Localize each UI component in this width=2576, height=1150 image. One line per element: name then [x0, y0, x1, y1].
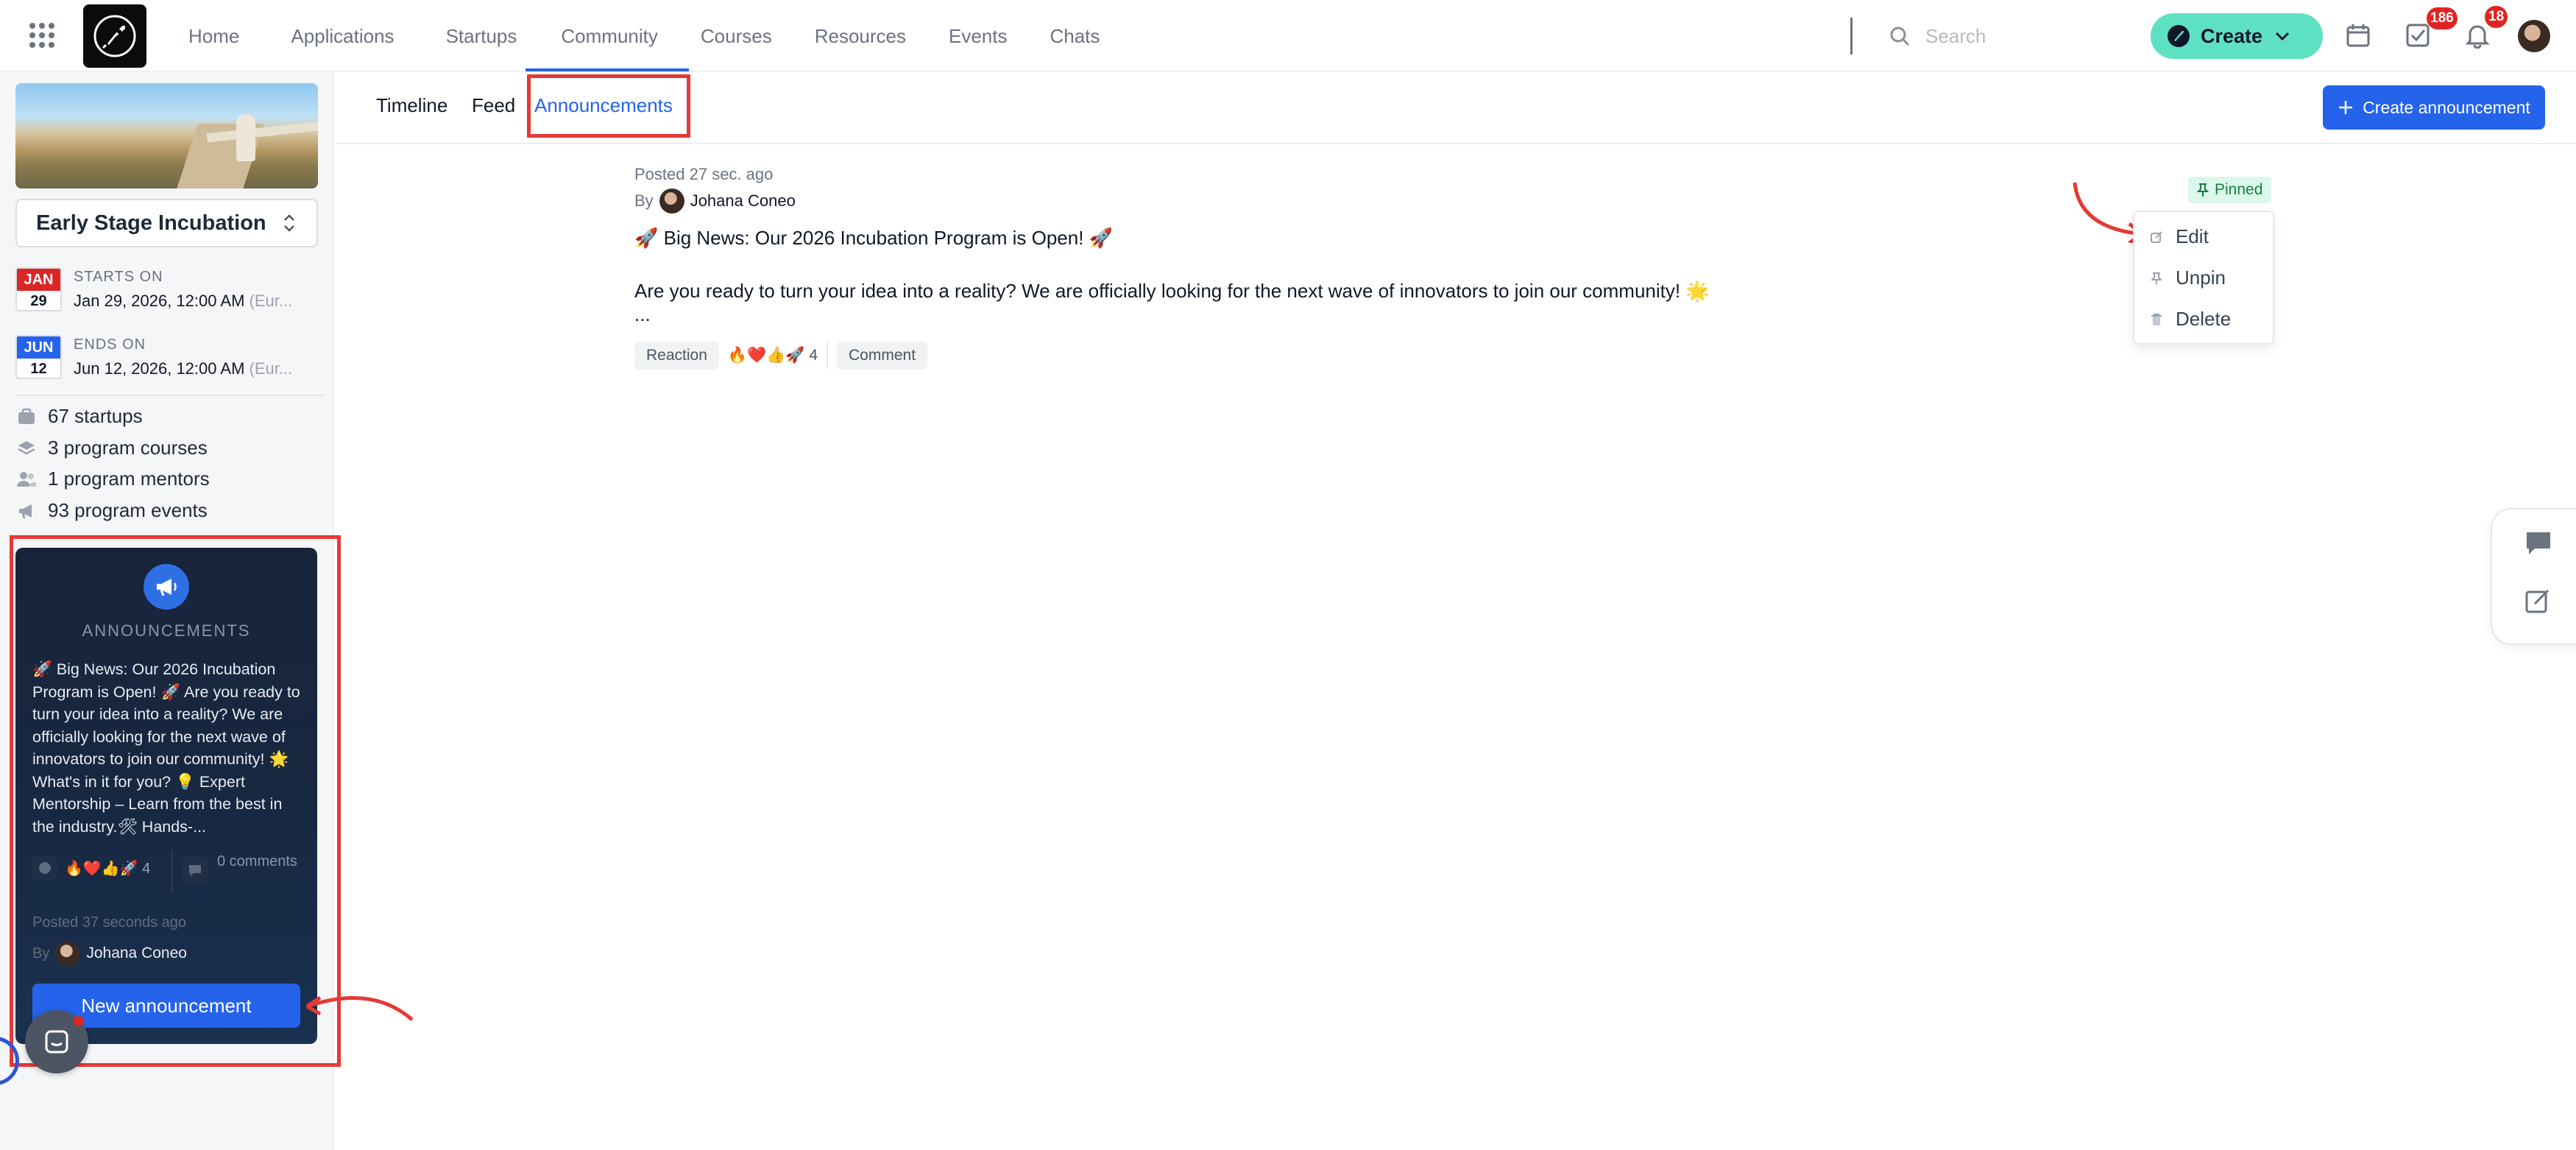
- rocket-logo-icon[interactable]: [83, 4, 146, 68]
- pinned-badge[interactable]: Pinned: [2188, 177, 2272, 203]
- post-options-menu: Edit Unpin Delete: [2133, 211, 2274, 345]
- tab-feed[interactable]: Feed: [472, 94, 515, 117]
- edit-icon: [2149, 230, 2164, 244]
- unread-dot: [74, 1016, 84, 1026]
- menu-delete-label: Delete: [2176, 308, 2232, 330]
- menu-delete[interactable]: Delete: [2149, 308, 2231, 331]
- topbar-divider: [1850, 18, 1853, 54]
- start-month: JAN: [17, 269, 60, 291]
- floating-action-panel: [2491, 508, 2576, 645]
- app-root: Home Applications Startups Community Cou…: [0, 0, 2576, 1150]
- nav-events[interactable]: Events: [949, 25, 1008, 48]
- stat-events[interactable]: 93 program events: [15, 499, 208, 522]
- plus-icon: [2339, 101, 2353, 114]
- rocket-icon: [2168, 25, 2190, 47]
- end-label: ENDS ON: [74, 336, 146, 353]
- start-label: STARTS ON: [74, 269, 163, 285]
- program-selector[interactable]: Early Stage Incubation: [15, 199, 318, 247]
- apps-grid-icon[interactable]: [29, 23, 54, 48]
- end-value: Jun 12, 2026, 12:00 AM (Eur...: [74, 359, 293, 378]
- menu-edit[interactable]: Edit: [2149, 225, 2209, 248]
- active-tab-underline: [526, 68, 689, 71]
- users-icon: [15, 468, 38, 490]
- nav-chats[interactable]: Chats: [1050, 25, 1100, 48]
- start-day: 29: [30, 292, 47, 309]
- edit-note-icon[interactable]: [2524, 588, 2551, 614]
- search-placeholder: Search: [1925, 24, 1986, 47]
- menu-unpin-label: Unpin: [2176, 267, 2226, 289]
- create-announcement-button[interactable]: Create announcement: [2323, 85, 2545, 130]
- stat-mentors[interactable]: 1 program mentors: [15, 468, 210, 490]
- stat-courses-label: 3 program courses: [48, 437, 208, 459]
- reaction-button[interactable]: Reaction: [634, 342, 719, 370]
- stat-mentors-label: 1 program mentors: [48, 468, 210, 490]
- highlight-box-tab: [527, 74, 690, 138]
- create-announcement-label: Create announcement: [2363, 97, 2530, 117]
- stat-startups[interactable]: 67 startups: [15, 405, 143, 428]
- search-input[interactable]: Search: [1889, 19, 1986, 53]
- nav-home[interactable]: Home: [188, 25, 239, 48]
- chevron-updown-icon: [284, 214, 294, 232]
- create-button-label: Create: [2201, 24, 2263, 47]
- stat-startups-label: 67 startups: [48, 405, 143, 427]
- create-button[interactable]: Create: [2151, 13, 2323, 59]
- chevron-down-icon: [2275, 32, 2290, 41]
- sidebar-divider: [15, 395, 325, 396]
- end-day: 12: [30, 360, 47, 377]
- top-bar: Home Applications Startups Community Cou…: [0, 0, 2576, 72]
- pinned-label: Pinned: [2215, 181, 2263, 198]
- menu-edit-label: Edit: [2176, 225, 2209, 247]
- start-date: JAN 29 STARTS ON Jan 29, 2026, 12:00 AM …: [15, 267, 292, 311]
- search-icon: [1890, 27, 1910, 46]
- nav-resources[interactable]: Resources: [815, 25, 906, 48]
- trash-icon: [2149, 312, 2164, 327]
- start-calendar-icon: JAN 29: [15, 267, 62, 311]
- chat-icon: [45, 1030, 68, 1054]
- start-value: Jan 29, 2026, 12:00 AM (Eur...: [74, 292, 293, 310]
- nav-startups[interactable]: Startups: [446, 25, 517, 48]
- tasks-badge: 186: [2427, 7, 2458, 29]
- stat-events-label: 93 program events: [48, 499, 208, 521]
- megaphone-small-icon: [15, 500, 38, 522]
- post-ellipsis[interactable]: ...: [634, 303, 651, 326]
- end-calendar-icon: JUN 12: [15, 335, 62, 379]
- post-paragraph: Are you ready to turn your idea into a r…: [634, 280, 1710, 302]
- end-date: JUN 12 ENDS ON Jun 12, 2026, 12:00 AM (E…: [15, 335, 292, 379]
- tasks-icon[interactable]: [2405, 22, 2431, 49]
- post-reactions[interactable]: 🔥❤️👍🚀 4: [728, 347, 818, 364]
- post-author-avatar: [659, 188, 684, 214]
- stat-courses[interactable]: 3 program courses: [15, 437, 208, 459]
- calendar-icon[interactable]: [2345, 22, 2371, 49]
- post-author-name[interactable]: Johana Coneo: [690, 191, 796, 211]
- nav-courses[interactable]: Courses: [701, 25, 772, 48]
- program-name: Early Stage Incubation: [36, 211, 266, 235]
- support-chat-button[interactable]: [25, 1010, 88, 1073]
- post-headline: 🚀 Big News: Our 2026 Incubation Program …: [634, 227, 1114, 249]
- main-nav: Home Applications Startups Community Cou…: [188, 0, 1100, 72]
- post-timestamp: Posted 27 sec. ago: [634, 165, 774, 183]
- nav-applications[interactable]: Applications: [291, 25, 394, 48]
- message-icon[interactable]: [2524, 530, 2552, 557]
- pin-icon: [2197, 183, 2209, 197]
- unpin-icon: [2149, 271, 2164, 286]
- layers-icon: [15, 437, 38, 459]
- briefcase-icon: [15, 406, 38, 428]
- tab-timeline[interactable]: Timeline: [376, 94, 447, 117]
- annotation-arrow-new: [305, 995, 414, 1021]
- menu-unpin[interactable]: Unpin: [2149, 267, 2226, 289]
- post-author: By Johana Coneo: [634, 188, 796, 214]
- comment-button[interactable]: Comment: [837, 342, 928, 370]
- program-cover-image: [15, 83, 318, 188]
- actions-divider: [827, 342, 828, 369]
- post-actions: Reaction 🔥❤️👍🚀 4 Comment: [634, 342, 928, 370]
- user-avatar[interactable]: [2518, 20, 2550, 52]
- notifications-badge: 18: [2485, 6, 2508, 28]
- end-month: JUN: [17, 336, 60, 359]
- nav-community[interactable]: Community: [561, 25, 657, 48]
- bell-icon[interactable]: [2464, 22, 2491, 49]
